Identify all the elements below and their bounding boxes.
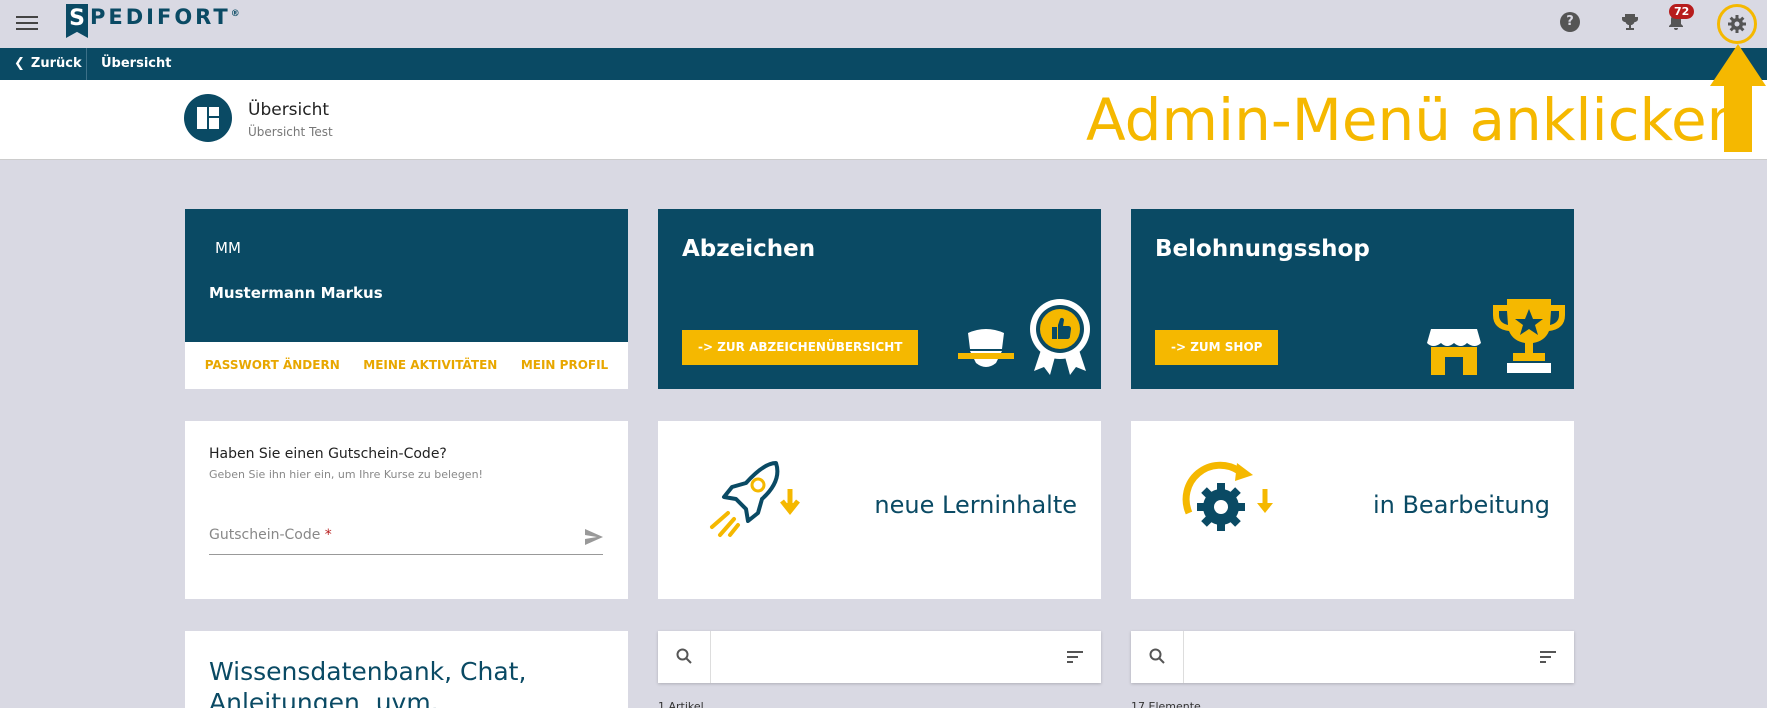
annotation-text: Admin-Menü anklicken — [1086, 86, 1744, 154]
sort-icon[interactable] — [1067, 651, 1083, 663]
logo-text: PEDIFORT® — [90, 5, 240, 29]
element-search-bar[interactable] — [1131, 631, 1574, 683]
notification-badge: 72 — [1669, 4, 1695, 19]
voucher-subtitle: Geben Sie ihn hier ein, um Ihre Kurse zu… — [209, 468, 483, 481]
trophy-icon — [1493, 299, 1565, 373]
in-progress-label: in Bearbeitung — [1372, 491, 1550, 519]
store-icon — [1427, 329, 1481, 375]
sort-icon[interactable] — [1540, 651, 1556, 663]
shop-title: Belohnungsshop — [1155, 236, 1370, 262]
badges-title: Abzeichen — [682, 236, 816, 262]
knowledge-base-title: Wissensdatenbank, Chat, Anleitungen, uvm. — [209, 657, 527, 708]
chevron-left-icon: ❮ — [14, 56, 25, 71]
gear-progress-icon — [1182, 461, 1273, 531]
badges-overview-button[interactable]: -> ZUR ABZEICHENÜBERSICHT — [682, 330, 919, 365]
send-icon[interactable] — [585, 529, 603, 545]
gear-icon — [1728, 15, 1746, 33]
rewards-shop-tile[interactable]: Belohnungsshop -> ZUM SHOP — [1131, 209, 1574, 389]
search-divider — [1183, 631, 1184, 683]
element-count: 17 Elemente — [1131, 700, 1201, 708]
voucher-placeholder: Gutschein-Code — [209, 527, 321, 543]
required-mark: * — [324, 527, 332, 543]
arrow-up-icon — [1710, 44, 1766, 152]
knowledge-base-card[interactable]: Wissensdatenbank, Chat, Anleitungen, uvm. — [185, 631, 628, 708]
voucher-card: Haben Sie einen Gutschein-Code? Geben Si… — [185, 421, 628, 599]
shop-button[interactable]: -> ZUM SHOP — [1155, 330, 1279, 365]
menu-icon[interactable] — [16, 13, 38, 31]
voucher-code-input[interactable]: Gutschein-Code * — [209, 527, 603, 555]
breadcrumb: ❮ Zurück Übersicht — [0, 48, 1767, 80]
article-count: 1 Artikel — [658, 700, 704, 708]
breadcrumb-current[interactable]: Übersicht — [101, 56, 171, 71]
avatar: MM — [215, 239, 241, 257]
voucher-title: Haben Sie einen Gutschein-Code? — [209, 446, 447, 462]
badges-tile[interactable]: Abzeichen -> ZUR ABZEICHENÜBERSICHT — [658, 209, 1101, 389]
search-divider — [710, 631, 711, 683]
dashboard-icon — [184, 94, 232, 142]
top-bar: S PEDIFORT® ? 72 — [0, 0, 1767, 48]
logo[interactable]: S PEDIFORT® — [66, 4, 240, 38]
back-button[interactable]: ❮ Zurück — [14, 56, 82, 71]
breadcrumb-divider — [86, 48, 87, 80]
article-search-bar[interactable] — [658, 631, 1101, 683]
medal-icon — [958, 329, 1014, 367]
my-activities-link[interactable]: MEINE AKTIVITÄTEN — [363, 358, 497, 372]
new-content-tile[interactable]: neue Lerninhalte — [658, 421, 1101, 599]
profile-card: MM Mustermann Markus PASSWORT ÄNDERN MEI… — [185, 209, 628, 389]
page-title: Übersicht — [248, 100, 330, 120]
search-icon[interactable] — [1149, 648, 1165, 664]
award-badge-icon — [1030, 299, 1090, 375]
page-subtitle: Übersicht Test — [248, 125, 333, 139]
rocket-icon — [710, 461, 800, 537]
new-content-label: neue Lerninhalte — [874, 491, 1077, 519]
help-icon[interactable]: ? — [1560, 12, 1580, 32]
user-name: Mustermann Markus — [209, 284, 383, 302]
in-progress-tile[interactable]: in Bearbeitung — [1131, 421, 1574, 599]
trophy-icon[interactable] — [1620, 12, 1640, 32]
admin-menu-button[interactable] — [1717, 4, 1757, 44]
logo-mark: S — [66, 4, 88, 38]
search-icon[interactable] — [676, 648, 692, 664]
change-password-link[interactable]: PASSWORT ÄNDERN — [205, 358, 340, 372]
back-label: Zurück — [30, 56, 82, 71]
page-header: Übersicht Übersicht Test Admin-Menü ankl… — [0, 80, 1767, 160]
my-profile-link[interactable]: MEIN PROFIL — [521, 358, 608, 372]
